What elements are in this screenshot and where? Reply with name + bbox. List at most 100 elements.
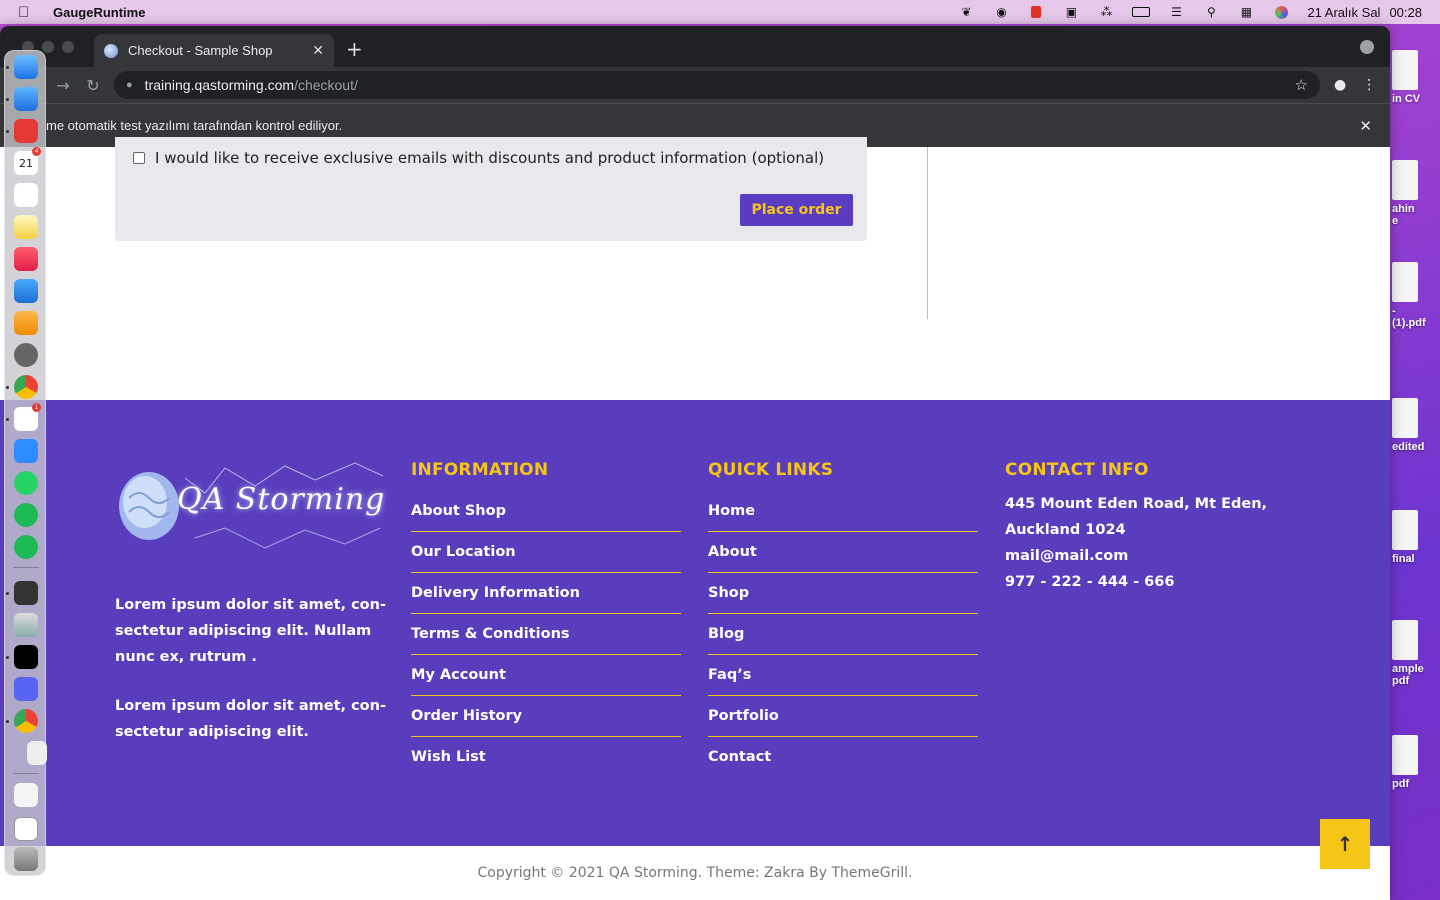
footer-link-wish-list[interactable]: Wish List [411, 737, 681, 778]
site-footer: QA Storming Lorem ipsum dolor sit amet, … [0, 400, 1390, 846]
car-icon[interactable]: ▣ [1062, 5, 1080, 19]
footer-link-about[interactable]: About [708, 532, 978, 573]
reload-icon[interactable]: ↻ [78, 76, 108, 95]
browser-window-thumbnail-icon[interactable] [14, 817, 38, 841]
marketing-optin[interactable]: I would like to receive exclusive emails… [133, 149, 824, 167]
desktop-file[interactable]: final [1392, 510, 1440, 565]
place-order-button[interactable]: Place order [740, 194, 853, 226]
gauge-icon[interactable] [14, 503, 38, 527]
footer-link-order-history[interactable]: Order History [411, 696, 681, 737]
dock-separator [13, 773, 39, 774]
footer-link-delivery-information[interactable]: Delivery Information [411, 573, 681, 614]
desktop-file[interactable]: edited [1392, 398, 1440, 453]
tab-checkout[interactable]: Checkout - Sample Shop ✕ [94, 34, 334, 67]
qa-storming-logo[interactable]: QA Storming [115, 458, 387, 558]
new-tab-button[interactable]: + [346, 37, 363, 61]
desktop-file-label: edited [1392, 441, 1425, 453]
desktop-file[interactable]: ahin e [1392, 160, 1440, 227]
footer-link-terms-conditions[interactable]: Terms & Conditions [411, 614, 681, 655]
close-infobar-icon[interactable]: ✕ [1359, 117, 1372, 135]
bluetooth-icon[interactable]: ⁂ [1097, 5, 1115, 19]
optin-label[interactable]: I would like to receive exclusive emails… [155, 149, 824, 167]
contact-heading: CONTACT INFO [1005, 460, 1149, 480]
intellij-icon[interactable] [14, 645, 38, 669]
more-menu-icon[interactable]: ⋮ [1362, 77, 1376, 93]
infobar-text: me otomatik test yazılımı tarafından kon… [46, 118, 343, 133]
address-bar[interactable]: ● training.qastorming.com /checkout/ ☆ [114, 71, 1320, 99]
desktop-file[interactable]: in CV [1392, 50, 1440, 105]
tab-search-icon[interactable] [1360, 40, 1374, 54]
spotify-icon[interactable] [14, 535, 38, 559]
notification-app-icon[interactable]: ◉ [992, 5, 1010, 19]
calendar-day: 21 [19, 157, 33, 170]
footer-link-shop[interactable]: Shop [708, 573, 978, 614]
bookmark-star-icon[interactable]: ☆ [1295, 76, 1308, 94]
contact-email[interactable]: mail@mail.com [1005, 543, 1275, 569]
menubar-date[interactable]: 21 Aralık Sal [1307, 5, 1380, 20]
wifi-icon[interactable]: ☰ [1167, 5, 1185, 19]
footer-link-my-account[interactable]: My Account [411, 655, 681, 696]
contact-address-line1: 445 Mount Eden Road, Mt Eden, [1005, 496, 1268, 512]
menubar-time[interactable]: 00:28 [1389, 5, 1422, 20]
desktop-file[interactable]: ample pdf [1392, 620, 1440, 687]
trash-icon[interactable] [14, 847, 38, 871]
finder-icon[interactable] [14, 55, 38, 79]
spotlight-search-icon[interactable]: ⚲ [1202, 5, 1220, 19]
file-icon [1392, 735, 1418, 775]
footer-information: INFORMATION About Shop Our Location Deli… [411, 460, 681, 778]
notes-icon[interactable] [14, 215, 38, 239]
apple-menu-icon[interactable]:  [18, 4, 38, 21]
siri-icon[interactable] [1272, 5, 1290, 19]
desktop-file[interactable]: - (1).pdf [1392, 262, 1440, 329]
about-paragraph: Lorem ipsum dolor sit amet, con-sectetur… [115, 597, 386, 665]
system-preferences-icon[interactable] [14, 343, 38, 367]
document-icon[interactable] [14, 783, 38, 807]
email-client-icon[interactable] [14, 119, 38, 143]
java-icon[interactable] [27, 741, 47, 765]
control-center-icon[interactable]: ▦ [1237, 5, 1255, 19]
minimize-window-button[interactable] [42, 41, 54, 53]
file-icon [1392, 160, 1418, 200]
feather-icon[interactable]: ❦ [957, 5, 975, 19]
footer-link-faqs[interactable]: Faq’s [708, 655, 978, 696]
footer-link-contact[interactable]: Contact [708, 737, 978, 778]
footer-link-about-shop[interactable]: About Shop [411, 491, 681, 532]
lock-icon[interactable]: ● [126, 79, 133, 91]
mail-icon[interactable] [14, 87, 38, 111]
chrome-canary-icon[interactable] [14, 709, 38, 733]
footer-link-our-location[interactable]: Our Location [411, 532, 681, 573]
slack-icon[interactable]: 1 [14, 403, 41, 431]
preview-icon[interactable] [14, 613, 38, 637]
file-icon [1392, 50, 1418, 90]
calendar-icon[interactable]: 21 4 [14, 147, 41, 175]
profile-icon[interactable]: ● [1334, 77, 1346, 93]
reminders-icon[interactable] [14, 183, 38, 207]
desktop-file-label: in CV [1392, 93, 1421, 105]
pages-icon[interactable] [14, 311, 38, 335]
footer-link-portfolio[interactable]: Portfolio [708, 696, 978, 737]
about-paragraph: Lorem ipsum dolor sit amet, con-sectetur… [115, 698, 386, 740]
music-icon[interactable] [14, 247, 38, 271]
zoom-icon[interactable] [14, 439, 38, 463]
close-tab-icon[interactable]: ✕ [312, 42, 324, 59]
keynote-icon[interactable] [14, 279, 38, 303]
running-indicator [6, 66, 9, 69]
battery-icon[interactable] [1132, 5, 1151, 19]
footer-link-blog[interactable]: Blog [708, 614, 978, 655]
desktop-file[interactable]: pdf [1392, 735, 1440, 790]
file-icon [1392, 398, 1418, 438]
macos-menubar:  GaugeRuntime ❦ ◉ ▣ ⁂ ☰ ⚲ ▦ 21 Aralık S… [0, 0, 1440, 24]
optin-checkbox[interactable] [133, 152, 145, 164]
footer-link-home[interactable]: Home [708, 491, 978, 532]
red-app-icon[interactable] [1027, 5, 1045, 19]
whatsapp-icon[interactable] [14, 471, 38, 495]
forward-icon[interactable]: → [48, 76, 78, 95]
active-app-name[interactable]: GaugeRuntime [53, 5, 145, 20]
desktop-file-label: ahin e [1392, 203, 1415, 227]
discord-icon[interactable] [14, 677, 38, 701]
alfred-icon[interactable] [14, 581, 38, 605]
scroll-to-top-button[interactable]: ↑ [1320, 819, 1370, 869]
chrome-icon[interactable] [14, 375, 38, 399]
zoom-window-button[interactable] [62, 41, 74, 53]
contact-phone[interactable]: 977 - 222 - 444 - 666 [1005, 569, 1275, 595]
